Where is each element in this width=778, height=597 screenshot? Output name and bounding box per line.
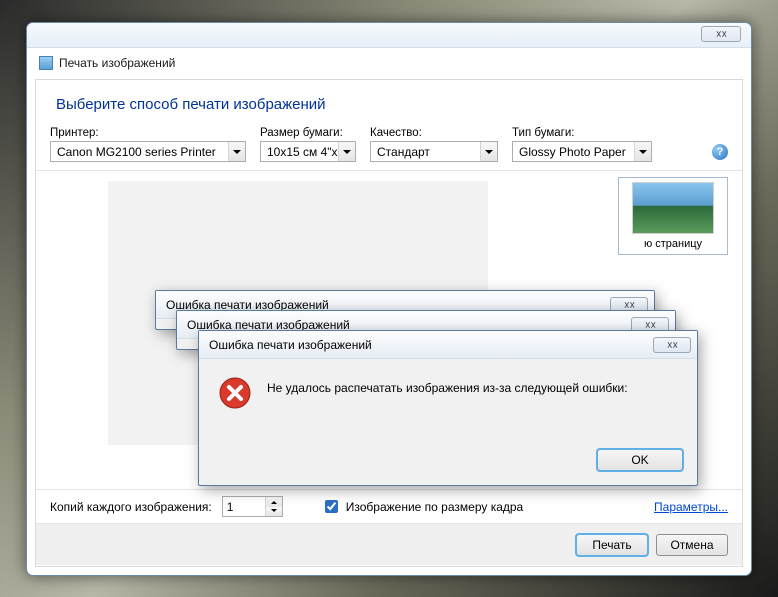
quality-label: Качество: (370, 127, 498, 139)
paper-type-label: Тип бумаги: (512, 127, 652, 139)
spinner-arrows[interactable] (265, 497, 282, 516)
error-button-bar: OK (199, 449, 697, 485)
template-full-page[interactable]: ю страницу (618, 177, 728, 255)
error-title: Ошибка печати изображений (209, 338, 372, 352)
chevron-down-icon (228, 142, 245, 161)
error-icon (219, 377, 251, 409)
error-body: Не удалось распечатать изображения из-за… (199, 359, 697, 449)
copies-label: Копий каждого изображения: (50, 500, 212, 514)
paper-type-option: Тип бумаги: Glossy Photo Paper (512, 127, 652, 162)
printer-label: Принтер: (50, 127, 246, 139)
cancel-button[interactable]: Отмена (656, 534, 728, 556)
copies-row: Копий каждого изображения: Изображение п… (36, 489, 742, 523)
chevron-down-icon (634, 142, 651, 161)
paper-size-value: 10x15 см 4"x (267, 145, 338, 159)
paper-size-dropdown[interactable]: 10x15 см 4"x (260, 141, 356, 162)
help-icon[interactable]: ? (712, 144, 728, 160)
error-titlebar[interactable]: Ошибка печати изображений (199, 331, 697, 359)
window-title: Печать изображений (59, 56, 175, 70)
quality-option: Качество: Стандарт (370, 127, 498, 162)
paper-type-value: Glossy Photo Paper (519, 145, 626, 159)
error-message: Не удалось распечатать изображения из-за… (267, 377, 628, 435)
instruction-text: Выберите способ печати изображений (36, 80, 742, 127)
options-link[interactable]: Параметры... (654, 500, 728, 514)
quality-dropdown[interactable]: Стандарт (370, 141, 498, 162)
chevron-down-icon (338, 142, 355, 161)
error-dialog-front: Ошибка печати изображений Не удалось рас… (198, 330, 698, 486)
fit-label: Изображение по размеру кадра (346, 500, 523, 514)
fit-checkbox-input[interactable] (325, 500, 338, 513)
copies-input[interactable] (223, 497, 265, 516)
print-button[interactable]: Печать (576, 534, 648, 556)
copies-spinner[interactable] (222, 496, 283, 517)
error-close-button[interactable] (653, 337, 691, 353)
paper-size-option: Размер бумаги: 10x15 см 4"x (260, 127, 356, 162)
layout-templates: ю страницу (618, 177, 728, 255)
quality-value: Стандарт (377, 145, 430, 159)
print-options-row: Принтер: Canon MG2100 series Printer Раз… (36, 127, 742, 171)
printer-option: Принтер: Canon MG2100 series Printer (50, 127, 246, 162)
template-label: ю страницу (644, 238, 702, 250)
paper-size-label: Размер бумаги: (260, 127, 356, 139)
template-thumbnail (632, 182, 714, 234)
outer-close-button[interactable] (701, 26, 741, 42)
paper-type-dropdown[interactable]: Glossy Photo Paper (512, 141, 652, 162)
printer-dropdown[interactable]: Canon MG2100 series Printer (50, 141, 246, 162)
window-titlebar: Печать изображений (33, 51, 745, 75)
dialog-button-bar: Печать Отмена (36, 523, 742, 565)
print-icon (39, 56, 53, 70)
chevron-down-icon (480, 142, 497, 161)
printer-value: Canon MG2100 series Printer (57, 145, 216, 159)
fit-to-frame-checkbox[interactable]: Изображение по размеру кадра (321, 497, 523, 516)
ok-button[interactable]: OK (597, 449, 683, 471)
